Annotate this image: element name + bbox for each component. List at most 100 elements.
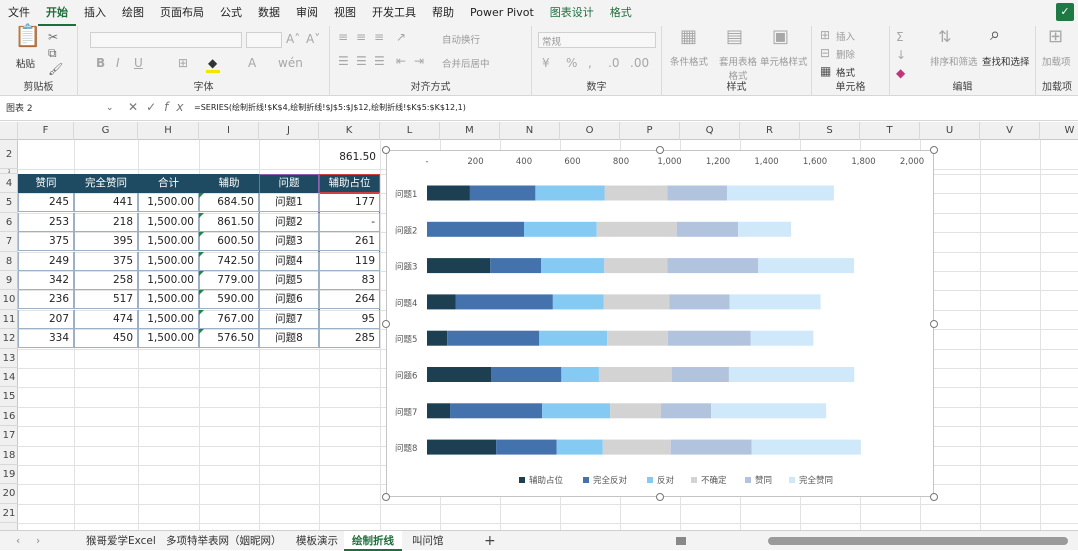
row-header[interactable]: 13 [0,349,18,368]
table-header-cell[interactable]: 辅助 [199,174,259,193]
table-header-cell[interactable]: 赞同 [18,174,74,193]
table-cell[interactable]: 517 [74,290,138,310]
scroll-left-icon[interactable]: ‹ [8,531,28,551]
table-cell[interactable]: 258 [74,271,138,290]
cell-styles-icon[interactable]: ▣ [772,28,789,46]
percent-icon[interactable]: % [566,56,577,70]
table-cell[interactable]: 问题5 [259,271,319,290]
stacked-bar-chart[interactable]: - 200 400 600 800 1,000 1,200 1,400 1,600 1,800 2,… [386,150,934,497]
row-header[interactable]: 5 [0,193,18,213]
format-painter-icon[interactable]: 🖌 [48,62,63,76]
chart-resize-handle[interactable] [656,493,664,501]
row-header[interactable]: 4 [0,174,18,194]
font-name-dropdown[interactable] [90,32,242,48]
phonetic-icon[interactable]: wén [278,56,303,70]
fill-color-icon[interactable]: ◆ [208,56,217,70]
table-cell[interactable]: 590.00 [199,290,259,310]
chart-resize-handle[interactable] [930,320,938,328]
column-header[interactable]: G [74,122,138,140]
column-header[interactable]: F [18,122,74,140]
table-cell[interactable]: 249 [18,251,74,271]
column-header[interactable]: W [1040,122,1078,140]
formula-input[interactable]: =SERIES(绘制折线!$K$4,绘制折线!$J$5:$J$12,绘制折线!$… [194,102,466,113]
table-cell[interactable]: - [319,212,380,232]
table-cell[interactable]: 253 [18,212,74,232]
table-header-cell[interactable]: 合计 [138,174,199,193]
table-cell[interactable]: 问题8 [259,329,319,349]
row-header[interactable]: 19 [0,465,18,485]
table-cell[interactable]: 334 [18,329,74,349]
table-cell[interactable]: 1,500.00 [138,232,199,252]
chart-resize-handle[interactable] [382,320,390,328]
table-cell[interactable]: 742.50 [199,251,259,271]
currency-icon[interactable]: ¥ [542,56,550,70]
name-box[interactable]: 图表 2 [2,100,118,118]
table-cell[interactable]: 问题2 [259,212,319,232]
add-sheet-button[interactable]: + [476,531,504,551]
conditional-format-icon[interactable]: ▦ [680,28,697,46]
delete-cells-icon[interactable]: ⊟ [820,46,830,60]
chart-resize-handle[interactable] [930,493,938,501]
table-cell[interactable]: 767.00 [199,309,259,329]
column-header[interactable]: Q [680,122,740,140]
column-header[interactable]: H [138,122,199,140]
table-cell[interactable]: 1,500.00 [138,271,199,290]
table-cell[interactable]: 342 [18,271,74,290]
cell-k2[interactable]: 861.50 [319,148,380,167]
select-all-corner[interactable] [0,122,18,140]
addins-icon[interactable]: ⊞ [1048,28,1063,46]
ribbon-tab[interactable]: 开发工具 [364,0,424,26]
row-header[interactable]: 16 [0,407,18,427]
table-cell[interactable]: 1,500.00 [138,329,199,349]
find-select-icon[interactable]: ⌕ [990,26,1000,44]
row-header[interactable]: 11 [0,310,18,330]
row-header[interactable]: 6 [0,213,18,233]
column-header[interactable]: U [920,122,980,140]
align-center-icon[interactable]: ☰ [356,54,367,68]
table-cell[interactable]: 1,500.00 [138,290,199,310]
align-middle-icon[interactable]: ≡ [356,30,366,44]
wrap-text-button[interactable]: 自动换行 [442,32,480,46]
table-cell[interactable]: 207 [18,309,74,329]
table-cell[interactable]: 问题3 [259,232,319,252]
table-cell[interactable]: 1,500.00 [138,193,199,213]
column-header[interactable]: P [620,122,680,140]
table-cell[interactable]: 395 [74,232,138,252]
table-header-cell[interactable]: 完全赞同 [74,174,138,193]
column-header[interactable]: S [800,122,860,140]
table-cell[interactable]: 177 [319,193,380,213]
table-cell[interactable]: 245 [18,193,74,213]
table-cell[interactable]: 375 [18,232,74,252]
table-cell[interactable]: 83 [319,271,380,290]
ribbon-tab[interactable]: 图表设计 [542,0,602,26]
row-header[interactable]: 7 [0,232,18,252]
chart-resize-handle[interactable] [382,146,390,154]
row-header[interactable]: 8 [0,252,18,271]
ribbon-tab[interactable]: 页面布局 [152,0,212,26]
cut-icon[interactable]: ✂ [48,30,58,44]
table-cell[interactable]: 684.50 [199,193,259,213]
row-header[interactable]: 15 [0,387,18,407]
row-header[interactable]: 2 [0,140,18,169]
table-cell[interactable]: 1,500.00 [138,212,199,232]
cell-styles-button[interactable]: 单元格样式 [760,54,808,68]
table-cell[interactable]: 218 [74,212,138,232]
sort-filter-button[interactable]: 排序和筛选 [930,54,978,68]
chart-resize-handle[interactable] [382,493,390,501]
underline-icon[interactable]: U [134,56,143,70]
ribbon-tab[interactable]: 绘图 [114,0,152,26]
table-cell[interactable]: 375 [74,251,138,271]
ribbon-tab[interactable]: 公式 [212,0,250,26]
orientation-icon[interactable]: ↗ [396,30,406,44]
italic-icon[interactable]: I [116,56,120,70]
table-cell[interactable]: 285 [319,329,380,349]
increase-indent-icon[interactable]: ⇥ [414,54,424,68]
sort-filter-icon[interactable]: ⇅ [938,29,951,45]
ribbon-tab[interactable]: 格式 [602,0,640,26]
row-header[interactable]: 21 [0,504,18,524]
table-cell[interactable]: 问题6 [259,290,319,310]
row-header[interactable]: 12 [0,329,18,349]
column-header[interactable]: I [199,122,259,140]
format-cells-icon[interactable]: ▦ [820,64,831,78]
row-header[interactable]: 17 [0,426,18,446]
